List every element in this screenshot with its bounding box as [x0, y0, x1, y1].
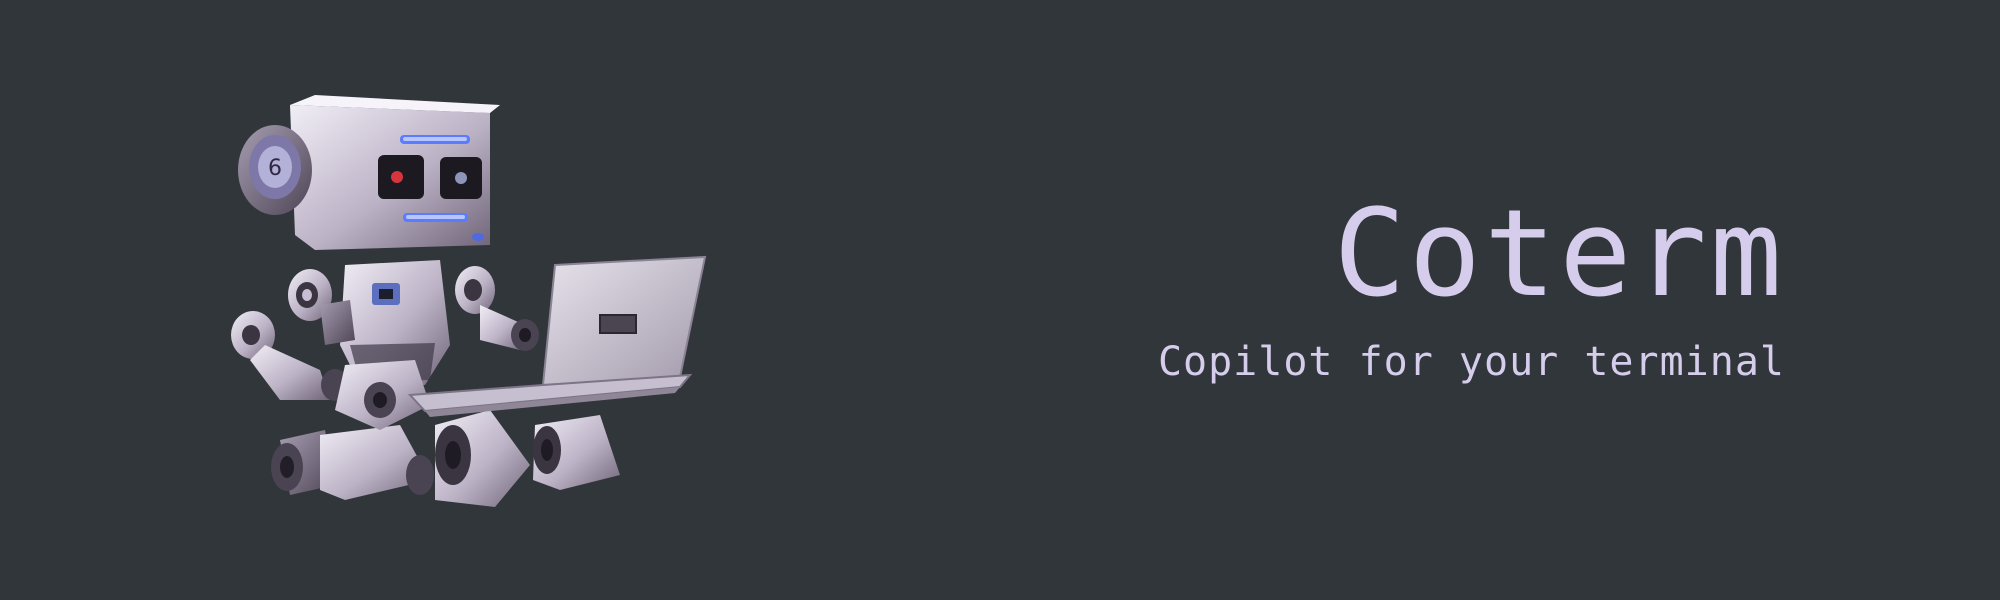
app-title: Coterm: [1333, 185, 1785, 324]
robot-right-arm: [455, 266, 539, 351]
app-tagline: Copilot for your terminal: [1157, 339, 1785, 385]
robot-legs: [271, 410, 620, 507]
robot-left-arm: [231, 269, 355, 401]
hero-banner: 6 Coterm Copilot for your terminal: [0, 0, 2000, 600]
robot-with-laptop-icon: 6: [231, 95, 707, 507]
robot-head: 6: [238, 95, 500, 250]
title-block: Coterm Copilot for your terminal: [1158, 190, 1785, 386]
svg-text:6: 6: [268, 156, 282, 181]
laptop-icon: [407, 255, 707, 417]
